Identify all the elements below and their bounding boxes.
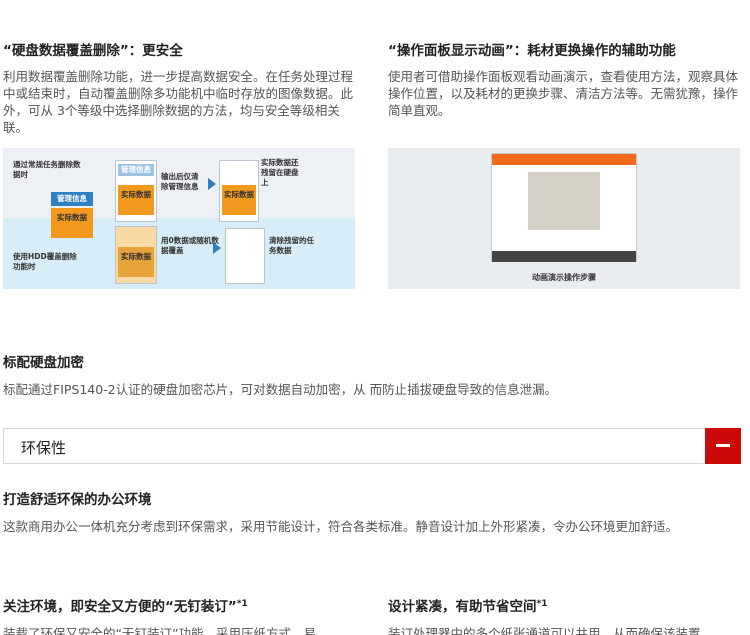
arrow-right-icon	[208, 178, 216, 190]
overwritten-data-box: 实际数据	[118, 247, 154, 277]
panel-animation-body: 使用者可借助操作面板观看动画演示，查看使用方法，观察具体操作位置，以及耗材的更换…	[388, 69, 739, 118]
residual-data-box: 实际数据	[222, 185, 256, 215]
eco-section-header[interactable]: 环保性	[3, 428, 741, 464]
cleared-disk-box	[225, 228, 265, 284]
panel-animation-title: “操作面板显示动画”：耗材更换操作的辅助功能	[388, 43, 676, 59]
staple-free-body: 装载了环保又安全的“无钉装订”功能，采用压纸方式，易	[3, 626, 316, 635]
screen-header-bar	[492, 154, 636, 165]
printer-video	[528, 172, 600, 230]
clear-note: 清除残留的任务数据	[269, 236, 314, 255]
hdd-overwrite-title: “硬盘数据覆盖删除”：更安全	[3, 43, 183, 59]
staple-free-title: 关注环境，即安全又方便的“无钉装订”*1	[3, 598, 363, 616]
eco-section-title: 环保性	[21, 439, 67, 457]
actual-data-box: 实际数据	[51, 208, 93, 238]
hdd-overwrite-body: 利用数据覆盖删除功能，进一步提高数据安全。在任务处理过程中或结束时，自动覆盖删除…	[3, 69, 354, 135]
remaining-data-box: 实际数据	[118, 185, 154, 215]
eco-office-title: 打造舒适环保的办公环境	[3, 492, 152, 508]
collapse-toggle-button[interactable]	[705, 428, 741, 464]
label-normal-delete: 通过常规任务删除数据时	[13, 160, 81, 179]
compact-design-title: 设计紧凑，有助节省空间*1	[388, 598, 748, 616]
screen-footer-bar	[492, 251, 636, 262]
compact-design-title-text: 设计紧凑，有助节省空间	[388, 599, 537, 615]
compact-design-footnote: *1	[536, 599, 548, 609]
hdd-overwrite-diagram: 通过常规任务删除数据时 使用HDD覆盖删除功能时 管理信息 实际数据 管理信息 …	[3, 148, 355, 289]
compact-design-body: 装订处理器中的多个纸张通道可以共用，从而确保该装置	[388, 626, 701, 635]
cleared-mgmt-info: 管理信息	[118, 164, 154, 176]
remain-note: 实际数据还残留在硬盘上	[261, 158, 299, 187]
staple-free-title-text: 关注环境，即安全又方便的“无钉装订”	[3, 599, 237, 615]
minus-icon	[716, 444, 730, 447]
disk-state-box: 实际数据	[219, 160, 259, 222]
eco-office-body: 这款商用办公一体机充分考虑到环保需求，采用节能设计，符合各类标准。静音设计加上外…	[3, 519, 679, 534]
staple-free-footnote: *1	[236, 599, 248, 609]
random-note: 用0数据或随机数据覆盖	[161, 236, 219, 255]
arrow-right-icon	[213, 242, 221, 254]
hdd-encrypt-title: 标配硬盘加密	[3, 355, 84, 371]
after-output-box: 管理信息 实际数据	[115, 160, 157, 222]
hdd-encrypt-body: 标配通过FIPS140-2认证的硬盘加密芯片，可对数据自动加密，从 而防止插拔硬…	[3, 382, 558, 397]
label-hdd-delete: 使用HDD覆盖删除功能时	[13, 252, 77, 271]
anim-caption: 动画演示操作步骤	[532, 273, 596, 282]
output-note: 输出后仅清除管理信息	[161, 172, 199, 191]
panel-screen	[491, 153, 637, 262]
overwrite-box: 实际数据	[115, 226, 157, 284]
panel-animation-image	[388, 148, 740, 289]
mgmt-info-box: 管理信息	[51, 192, 93, 206]
